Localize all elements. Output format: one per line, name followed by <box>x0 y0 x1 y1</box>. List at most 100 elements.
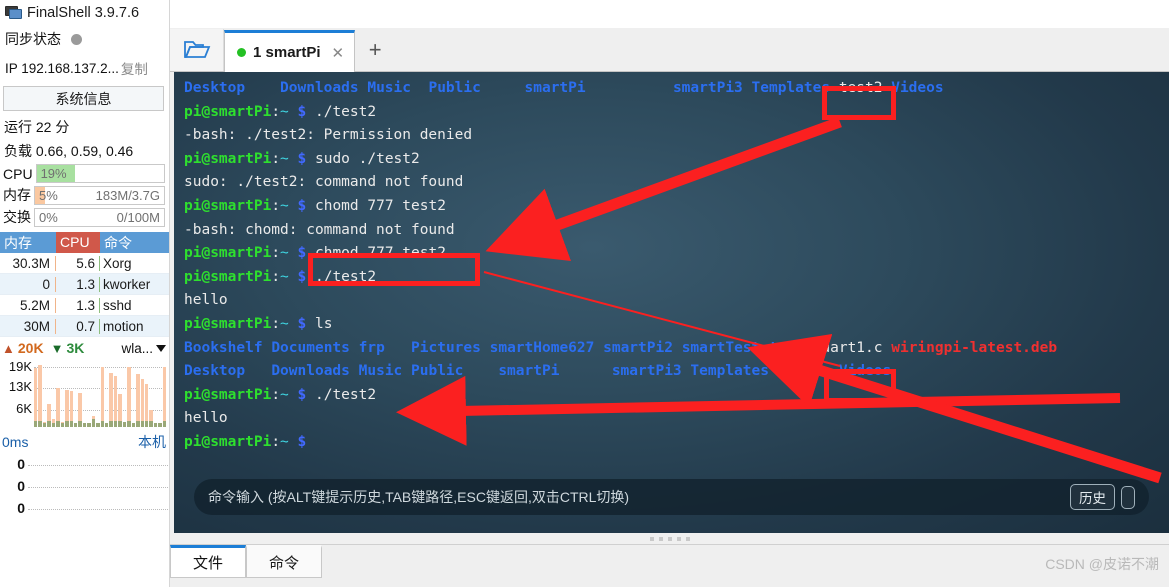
history-button[interactable]: 历史 <box>1070 484 1115 510</box>
uptime-label: 运行 22 分 <box>4 119 70 135</box>
copy-button[interactable]: 复制 <box>121 58 148 78</box>
terminal-text: ~ <box>280 103 289 120</box>
network-ytick-2: 6K <box>16 401 32 416</box>
terminal-text: ~ <box>280 433 289 450</box>
terminal-text: Videos <box>838 363 892 380</box>
latency-chart-plot <box>28 453 170 525</box>
table-row[interactable]: 30.3M 5.6 Xorg <box>0 253 170 274</box>
chart-bar <box>131 423 136 427</box>
network-interface-select[interactable]: wla... <box>121 341 166 356</box>
command-input-bar[interactable]: 命令输入 (按ALT键提示历史,TAB键路径,ESC键返回,双击CTRL切换) … <box>194 479 1149 515</box>
chart-bar <box>127 366 131 427</box>
terminal-text: $ <box>297 268 307 285</box>
cell-cpu: 1.3 <box>56 297 100 313</box>
tab-smartpi[interactable]: 1 smartPi ✕ <box>224 30 356 72</box>
sync-status-label: 同步状态 <box>5 31 61 47</box>
process-table: 内存 CPU 命令 30.3M 5.6 Xorg 0 1.3 kworker 5.2M 1.3… <box>0 232 170 337</box>
network-download-value: 3K <box>66 340 85 356</box>
terminal-line: -bash: ./test2: Permission denied <box>184 124 1169 148</box>
terminal-text: : <box>271 150 281 167</box>
caret-down-icon <box>156 344 166 352</box>
terminal-text: $ <box>297 150 307 167</box>
meter-detail: 0/100M <box>116 209 160 225</box>
table-row[interactable]: 0 1.3 kworker <box>0 274 170 295</box>
cell-cpu: 0.7 <box>56 318 100 334</box>
chart-bar <box>69 391 73 427</box>
terminal-text: $ <box>297 386 307 403</box>
column-header-cpu[interactable]: CPU <box>56 232 100 253</box>
command-extra-button[interactable] <box>1121 485 1135 509</box>
plus-icon[interactable]: + <box>355 29 395 71</box>
cell-cpu: 5.6 <box>56 255 100 271</box>
terminal-text: Templates <box>751 80 831 96</box>
cell-memory: 0 <box>0 276 56 292</box>
terminal-line: -bash: chomd: command not found <box>184 219 1169 243</box>
folder-open-icon[interactable] <box>170 29 224 71</box>
cell-command: motion <box>103 318 144 334</box>
tab-files[interactable]: 文件 <box>170 545 247 578</box>
column-header-command[interactable]: 命令 <box>100 233 170 253</box>
meter-detail: 183M/3.7G <box>95 187 160 203</box>
terminal-output[interactable]: Desktop Downloads Music Public smartPi s… <box>174 72 1169 533</box>
gray-dot-icon <box>71 33 82 45</box>
latency-host-label[interactable]: 本机 <box>138 432 166 452</box>
watermark-label: CSDN @皮诺不潮 <box>1045 556 1159 572</box>
meter-row-0: CPU 19% <box>0 163 170 184</box>
terminal-text: test2 <box>838 80 883 96</box>
chart-bar <box>56 388 60 427</box>
chart-bar <box>109 372 113 427</box>
arrow-down-icon: ▼ <box>50 340 64 356</box>
terminal-text: -bash: chomd: command not found <box>184 221 455 238</box>
chart-bar <box>140 378 144 427</box>
cell-cpu: 1.3 <box>56 276 100 292</box>
terminal-text: Music <box>358 363 403 380</box>
terminal-text: uart1.c <box>821 339 883 356</box>
panel-splitter[interactable] <box>170 533 1169 544</box>
terminal-text: ~ <box>280 150 289 167</box>
terminal-text: test <box>769 339 804 356</box>
chart-bar <box>113 375 118 427</box>
terminal-text: $ <box>297 103 307 120</box>
close-icon[interactable]: ✕ <box>332 44 345 62</box>
tab-commands[interactable]: 命令 <box>246 545 323 578</box>
cell-command: Xorg <box>103 255 132 271</box>
cell-memory: 5.2M <box>0 297 56 313</box>
meter-percent: 5% <box>39 187 58 203</box>
terminal-text: Music <box>367 80 411 96</box>
cell-command: sshd <box>103 297 132 313</box>
network-traffic-chart: 19K 13K 6K <box>0 357 166 427</box>
terminal-text: pi@smartPi <box>184 245 272 262</box>
cell-memory: 30M <box>0 318 56 334</box>
meter-label: 内存 <box>3 187 31 203</box>
system-info-button[interactable]: 系统信息 <box>3 86 164 111</box>
terminal-text: pi@smartPi <box>184 150 272 167</box>
latency-widget-header: 0ms 本机 <box>0 427 170 453</box>
chart-bar <box>87 423 91 427</box>
meter-percent: 19% <box>40 166 67 181</box>
network-widget-header: ▲ 20K ▼ 3K wla... <box>0 337 170 357</box>
chart-bar <box>136 374 140 427</box>
terminal-text: Documents <box>271 339 350 356</box>
load-average-label: 负载 0.66, 0.59, 0.46 <box>4 143 134 159</box>
table-row[interactable]: 5.2M 1.3 sshd <box>0 295 170 316</box>
terminal-text: chmod 777 test2 <box>306 245 446 262</box>
chart-bar <box>51 419 56 427</box>
command-input-placeholder: 命令输入 (按ALT键提示历史,TAB键路径,ESC键返回,双击CTRL切换) <box>208 489 630 505</box>
chart-bar <box>122 422 127 427</box>
column-header-memory[interactable]: 内存 <box>0 233 56 253</box>
chart-bar <box>162 366 166 427</box>
monitor-icon <box>5 6 22 20</box>
tab-strip: 1 smartPi ✕ + <box>170 28 1169 72</box>
table-row[interactable]: 30M 0.7 motion <box>0 316 170 337</box>
cell-memory: 30.3M <box>0 255 56 271</box>
meter-row-2: 交换 0% 0/100M <box>0 206 170 228</box>
resource-meters: CPU 19% 内存 5% 183M/3.7G 交换 0% 0/100M <box>0 163 170 228</box>
terminal-line: pi@smartPi:~ $ ./test2 <box>184 101 1169 125</box>
